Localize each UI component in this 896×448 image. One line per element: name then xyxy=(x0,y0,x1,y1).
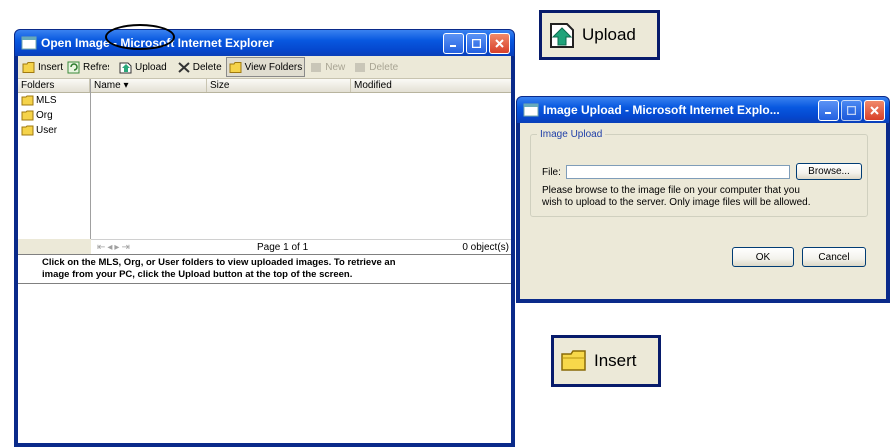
pager-bar: ⇤◂▸⇥ Page 1 of 1 0 object(s) xyxy=(91,239,511,255)
upload-dialog-titlebar[interactable]: Image Upload - Microsoft Internet Explo.… xyxy=(517,97,889,123)
browse-button[interactable]: Browse... xyxy=(796,163,862,180)
group-label: Image Upload xyxy=(540,129,603,140)
name-column-header[interactable]: Name ▾ xyxy=(91,79,207,92)
new-icon xyxy=(309,61,323,74)
folder-icon xyxy=(21,125,34,136)
instruction-line-2: image from your PC, click the Upload but… xyxy=(42,269,353,280)
folder-label: Org xyxy=(36,110,53,121)
file-label: File: xyxy=(542,167,561,178)
ok-label: OK xyxy=(755,251,771,263)
browse-label: Browse... xyxy=(808,166,850,177)
folder-icon xyxy=(21,110,34,121)
refresh-button[interactable]: Refresh xyxy=(65,58,111,76)
insert-label: Insert xyxy=(38,61,64,73)
upload-icon xyxy=(548,20,576,50)
minimize-icon xyxy=(450,44,456,47)
delete-button[interactable]: Delete xyxy=(175,58,224,76)
image-toolbar: Insert Refresh Upload Delete View Folder… xyxy=(18,56,511,79)
image-preview-pane xyxy=(18,284,511,443)
refresh-icon xyxy=(67,61,81,74)
maximize-icon xyxy=(472,38,481,48)
page-indicator: Page 1 of 1 xyxy=(257,242,309,253)
insert-callout-inner: Insert xyxy=(554,338,658,384)
ie-window-icon xyxy=(21,36,37,50)
window-title: Open Image - Microsoft Internet Explorer xyxy=(41,36,274,50)
file-list-header: Name ▾ Size Modified xyxy=(91,79,511,93)
upload-label: Upload xyxy=(135,61,167,73)
close-icon xyxy=(870,105,879,115)
ok-button[interactable]: OK xyxy=(732,247,794,267)
view-folders-label: View Folders xyxy=(244,61,303,73)
folders-pane: Folders MLS Org User xyxy=(18,79,91,239)
last-page-icon[interactable]: ⇥ xyxy=(121,242,131,253)
dialog-title: Image Upload - Microsoft Internet Explo.… xyxy=(543,103,780,117)
ie-window-icon xyxy=(523,103,539,117)
cancel-button[interactable]: Cancel xyxy=(802,247,866,267)
help-line-1: Please browse to the image file on your … xyxy=(542,185,800,196)
upload-callout: Upload xyxy=(539,10,660,60)
minimize-button[interactable] xyxy=(443,32,464,54)
delete2-label: Delete xyxy=(369,61,399,73)
folder-icon xyxy=(229,61,243,74)
pager-controls: ⇤◂▸⇥ xyxy=(91,242,157,253)
cancel-label: Cancel xyxy=(818,251,850,263)
insert-callout: Insert xyxy=(551,335,661,387)
maximize-button[interactable] xyxy=(841,99,862,121)
delete-disabled-button[interactable]: Delete xyxy=(351,58,400,76)
folder-icon xyxy=(21,95,34,106)
delete-folder-icon xyxy=(353,61,367,74)
folders-header: Folders xyxy=(18,79,90,93)
object-count: 0 object(s) xyxy=(462,242,509,253)
modified-column-header[interactable]: Modified xyxy=(351,79,511,92)
delete-icon xyxy=(177,61,191,74)
file-list-pane: Name ▾ Size Modified xyxy=(91,79,511,239)
maximize-icon xyxy=(847,105,856,115)
instructions-text: Click on the MLS, Org, or User folders t… xyxy=(18,254,511,284)
name-column-label: Name xyxy=(94,80,121,91)
close-button[interactable] xyxy=(864,99,885,121)
folder-item-user[interactable]: User xyxy=(18,123,90,138)
new-label: New xyxy=(325,61,346,73)
folder-item-mls[interactable]: MLS xyxy=(18,93,90,108)
view-folders-button[interactable]: View Folders xyxy=(225,57,306,77)
new-button[interactable]: New xyxy=(307,58,347,76)
delete-label: Delete xyxy=(192,61,222,73)
image-upload-dialog: Image Upload - Microsoft Internet Explo.… xyxy=(516,96,890,303)
first-page-icon[interactable]: ⇤ xyxy=(97,242,107,253)
file-path-input[interactable] xyxy=(566,165,790,179)
size-column-header[interactable]: Size xyxy=(207,79,351,92)
upload-callout-label: Upload xyxy=(582,25,636,44)
open-image-body: Insert Refresh Upload Delete View Folder… xyxy=(18,56,511,443)
folder-icon xyxy=(22,61,36,74)
open-image-window: Open Image - Microsoft Internet Explorer… xyxy=(14,29,515,447)
instruction-line-1: Click on the MLS, Org, or User folders t… xyxy=(42,257,396,268)
insert-button[interactable]: Insert xyxy=(20,58,65,76)
upload-help-text: Please browse to the image file on your … xyxy=(542,185,810,209)
open-image-titlebar[interactable]: Open Image - Microsoft Internet Explorer xyxy=(15,30,514,56)
close-icon xyxy=(495,38,504,48)
folder-label: User xyxy=(36,125,58,136)
upload-button[interactable]: Upload xyxy=(117,58,169,76)
refresh-label: Refresh xyxy=(83,61,109,73)
upload-dialog-body: Image Upload File: Browse... Please brow… xyxy=(520,123,886,299)
sort-down-icon: ▾ xyxy=(123,80,129,91)
upload-icon xyxy=(119,61,133,74)
insert-callout-label: Insert xyxy=(594,351,637,370)
upload-callout-inner: Upload xyxy=(542,13,657,57)
help-line-2: wish to upload to the server. Only image… xyxy=(542,197,811,208)
folder-item-org[interactable]: Org xyxy=(18,108,90,123)
maximize-button[interactable] xyxy=(466,32,487,54)
minimize-icon xyxy=(825,111,831,114)
folder-icon xyxy=(560,348,588,374)
folder-label: MLS xyxy=(36,95,57,106)
browser-content: Folders MLS Org User Name ▾ Size Modifie… xyxy=(18,79,511,443)
minimize-button[interactable] xyxy=(818,99,839,121)
folders-header-label: Folders xyxy=(18,79,90,92)
close-button[interactable] xyxy=(489,32,510,54)
